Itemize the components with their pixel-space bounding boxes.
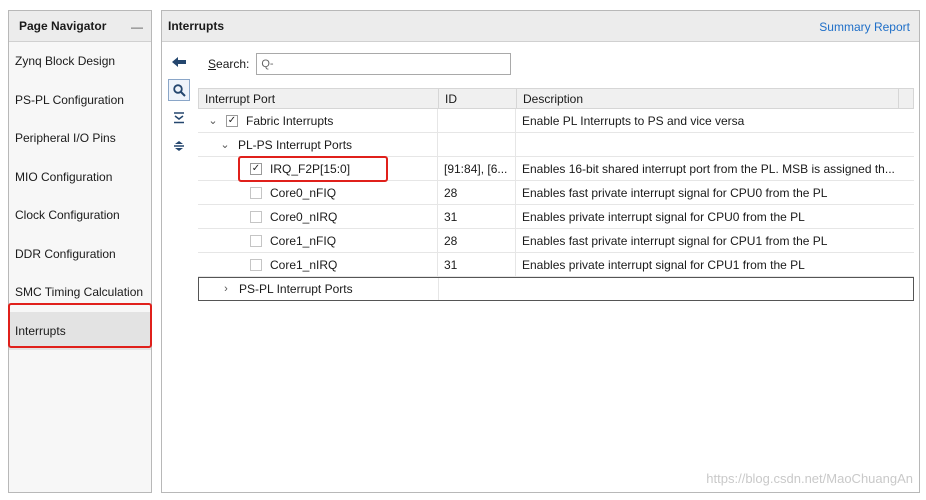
highlight-box-interrupts (8, 303, 152, 348)
nav-item-label: SMC Timing Calculation (15, 285, 144, 300)
back-arrow-icon[interactable] (168, 51, 190, 73)
cell-id (439, 278, 517, 300)
table-row[interactable]: Core0_nFIQ 28 Enables fast private interru… (198, 181, 914, 205)
cell-interrupt-port: ⌄ ✓ Fabric Interrupts (198, 109, 438, 132)
search-label: Search: (208, 57, 250, 71)
search-placeholder: Q- (261, 58, 274, 70)
port-name: PL-PS Interrupt Ports (238, 137, 353, 152)
cell-description: Enables fast private interrupt signal fo… (522, 233, 828, 248)
cell-description (517, 278, 899, 300)
checkbox[interactable] (250, 186, 262, 199)
table-row[interactable]: Core1_nIRQ 31 Enables private interrupt si… (198, 253, 914, 277)
minimize-icon[interactable]: — (131, 20, 143, 34)
cell-id: 31 (438, 205, 516, 228)
page-navigator: Page Navigator — Zynq Block Design PS-PL… (8, 10, 152, 493)
cell-interrupt-port: ⌄ PL-PS Interrupt Ports (198, 133, 438, 156)
column-header-interrupt-port[interactable]: Interrupt Port (199, 89, 439, 108)
chevron-down-icon[interactable]: ⌄ (218, 138, 232, 151)
summary-report-link[interactable]: Summary Report (819, 20, 910, 34)
nav-item-ddr-configuration[interactable]: DDR Configuration (9, 235, 151, 274)
table-row[interactable]: Core1_nFIQ 28 Enables fast private interru… (198, 229, 914, 253)
navigator-header: Page Navigator — (9, 11, 151, 42)
cell-id (438, 109, 516, 132)
table-row[interactable]: ⌄ PL-PS Interrupt Ports (198, 133, 914, 157)
cell-interrupt-port: Core1_nFIQ (198, 229, 438, 252)
port-name: Core1_nIRQ (270, 257, 338, 272)
column-header-filler (899, 89, 913, 108)
cell-interrupt-port: › PS-PL Interrupt Ports (199, 278, 439, 300)
column-header-id[interactable]: ID (439, 89, 517, 108)
nav-item-label: Zynq Block Design (15, 54, 116, 69)
nav-item-zynq-block-design[interactable]: Zynq Block Design (9, 42, 151, 81)
cell-id: [91:84], [6... (438, 157, 516, 180)
column-header-description[interactable]: Description (517, 89, 899, 108)
cell-id: 28 (438, 181, 516, 204)
collapse-all-icon[interactable] (168, 107, 190, 129)
search-input[interactable]: Q- (256, 53, 512, 75)
nav-item-label: Peripheral I/O Pins (15, 131, 116, 146)
port-name: Core0_nIRQ (270, 209, 338, 224)
table-header: Interrupt Port ID Description (198, 88, 914, 109)
port-name: Core0_nFIQ (270, 185, 337, 200)
checkbox[interactable]: ✓ (226, 114, 238, 127)
nav-item-ps-pl-configuration[interactable]: PS-PL Configuration (9, 81, 151, 120)
checkbox[interactable] (250, 258, 262, 271)
nav-item-label: DDR Configuration (15, 246, 116, 261)
checkbox[interactable] (250, 234, 262, 247)
nav-item-peripheral-io-pins[interactable]: Peripheral I/O Pins (9, 119, 151, 158)
cell-id: 31 (438, 253, 516, 276)
table-row[interactable]: ⌄ ✓ Fabric Interrupts Enable PL Interrupts … (198, 109, 914, 133)
port-name: Fabric Interrupts (246, 113, 334, 128)
cell-id (438, 133, 516, 156)
cell-description: Enables private interrupt signal for CPU… (522, 257, 805, 272)
panel-header: Interrupts Summary Report (162, 11, 919, 42)
cell-description: Enables private interrupt signal for CPU… (522, 209, 805, 224)
table-row[interactable]: Core0_nIRQ 31 Enables private interrupt si… (198, 205, 914, 229)
table-row[interactable]: › PS-PL Interrupt Ports (198, 277, 914, 301)
nav-item-label: Clock Configuration (15, 208, 120, 223)
nav-item-clock-configuration[interactable]: Clock Configuration (9, 196, 151, 235)
cell-description: Enable PL Interrupts to PS and vice vers… (522, 113, 745, 128)
cell-interrupt-port: Core0_nIRQ (198, 205, 438, 228)
expand-all-icon[interactable] (168, 135, 190, 157)
navigator-title: Page Navigator (19, 19, 107, 33)
search-icon[interactable] (168, 79, 190, 101)
interrupts-panel: Interrupts Summary Report Search: Q- Int… (161, 10, 920, 493)
interrupt-table: Interrupt Port ID Description ⌄ ✓ Fabric I… (198, 88, 914, 301)
cell-description: Enables 16-bit shared interrupt port fro… (522, 161, 895, 176)
cell-description: Enables fast private interrupt signal fo… (522, 185, 828, 200)
cell-interrupt-port: Core0_nFIQ (198, 181, 438, 204)
cell-description (516, 133, 898, 156)
panel-title: Interrupts (168, 19, 225, 33)
chevron-right-icon[interactable]: › (219, 283, 233, 295)
highlight-box-irq-f2p (238, 156, 388, 182)
toolstrip (168, 51, 192, 163)
nav-item-label: PS-PL Configuration (15, 92, 124, 107)
watermark: https://blog.csdn.net/MaoChuangAn (706, 471, 913, 486)
nav-item-mio-configuration[interactable]: MIO Configuration (9, 158, 151, 197)
search-row: Search: Q- (208, 53, 512, 75)
cell-interrupt-port: Core1_nIRQ (198, 253, 438, 276)
nav-item-label: MIO Configuration (15, 169, 113, 184)
checkbox[interactable] (250, 210, 262, 223)
port-name: PS-PL Interrupt Ports (239, 282, 353, 296)
cell-id: 28 (438, 229, 516, 252)
port-name: Core1_nFIQ (270, 233, 337, 248)
chevron-down-icon[interactable]: ⌄ (206, 114, 220, 127)
